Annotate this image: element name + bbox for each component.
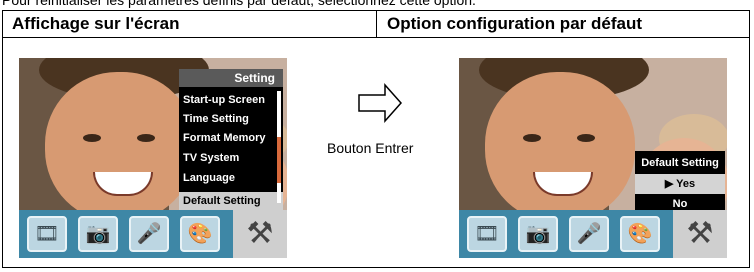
menu-item-tv-system[interactable]: TV System <box>183 149 275 168</box>
film-reel-icon[interactable]: 🎞 <box>27 216 67 252</box>
mode-icon-bar: 🎞 📷 🎤 🎨 ⚒ <box>459 210 727 258</box>
mode-icon-bar: 🎞 📷 🎤 🎨 ⚒ <box>19 210 287 258</box>
menu-item-time-setting[interactable]: Time Setting <box>183 110 275 129</box>
tools-icon[interactable]: ⚒ <box>233 210 287 258</box>
instruction-table: Affichage sur l'écran Option configurati… <box>2 10 750 268</box>
tools-icon[interactable]: ⚒ <box>673 210 727 258</box>
menu-item-language[interactable]: Language <box>183 169 275 188</box>
camera-icon[interactable]: 📷 <box>78 216 118 252</box>
enter-button-caption: Bouton Entrer <box>327 140 414 156</box>
settings-menu: Setting Start-up Screen Time Setting For… <box>179 69 283 219</box>
header-left-label: Affichage sur l'écran <box>12 14 180 33</box>
film-reel-icon[interactable]: 🎞 <box>467 216 507 252</box>
table-header: Affichage sur l'écran Option configurati… <box>3 11 749 38</box>
option-yes[interactable]: ▶ Yes <box>635 174 725 194</box>
menu-item-startup-screen[interactable]: Start-up Screen <box>183 91 275 110</box>
default-setting-dialog: Default Setting ▶ Yes No <box>635 151 725 215</box>
microphone-icon[interactable]: 🎤 <box>129 216 169 252</box>
menu-scrollbar-thumb[interactable] <box>277 137 281 183</box>
menu-item-format-memory[interactable]: Format Memory <box>183 129 275 148</box>
microphone-icon[interactable]: 🎤 <box>569 216 609 252</box>
menu-scrollbar[interactable] <box>277 91 281 203</box>
dialog-title: Default Setting <box>641 157 719 169</box>
camera-screen-default-dialog: Default Setting ▶ Yes No 🎞 📷 🎤 🎨 ⚒ <box>459 58 727 258</box>
intro-text: Pour réinitialiser les paramètres défini… <box>2 0 476 8</box>
camera-icon[interactable]: 📷 <box>518 216 558 252</box>
palette-icon[interactable]: 🎨 <box>180 216 220 252</box>
camera-screen-settings: Setting Start-up Screen Time Setting For… <box>19 58 287 258</box>
header-right-label: Option configuration par défaut <box>387 14 642 33</box>
palette-icon[interactable]: 🎨 <box>620 216 660 252</box>
settings-menu-title: Setting <box>179 69 283 87</box>
right-arrow-icon <box>358 83 403 123</box>
menu-item-default-setting[interactable]: Default Setting <box>179 192 283 211</box>
